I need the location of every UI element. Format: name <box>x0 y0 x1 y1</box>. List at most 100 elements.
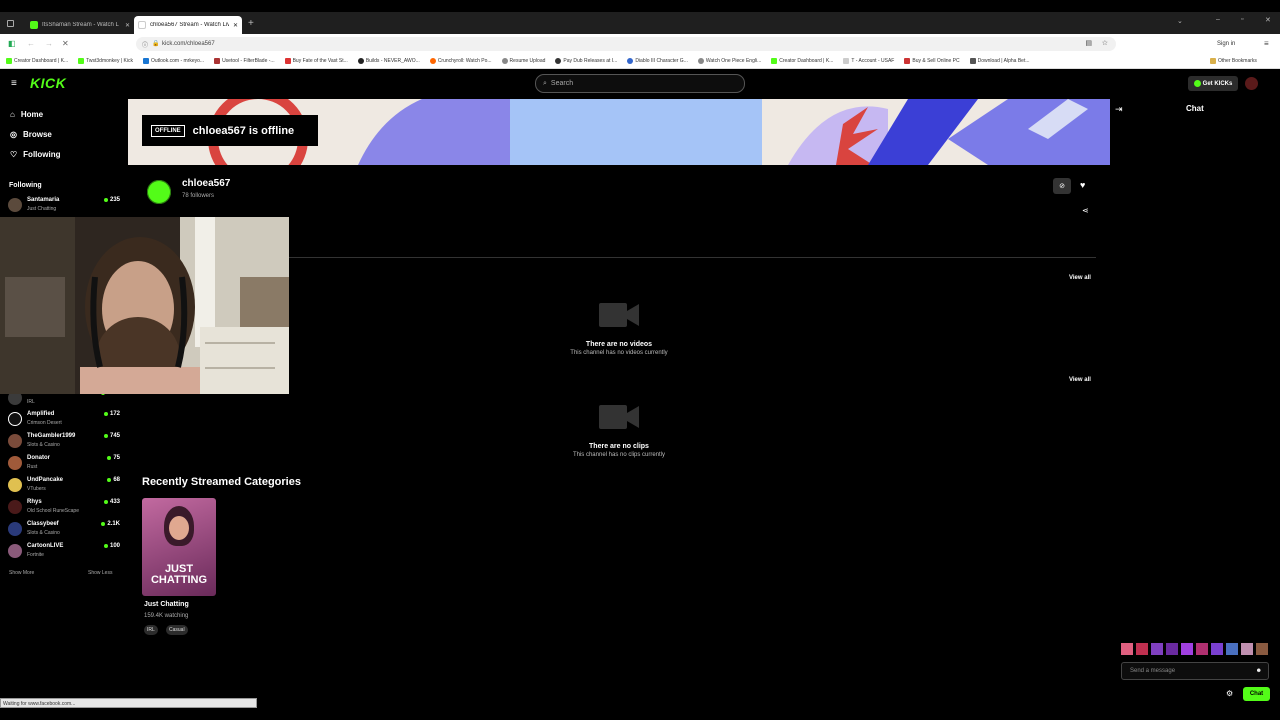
nav-browse[interactable]: ◎ Browse <box>10 130 52 139</box>
nav-home[interactable]: ⌂ Home <box>10 110 43 119</box>
live-dot-icon <box>103 434 108 438</box>
streamer-category: IRL <box>27 399 35 405</box>
bookmark-item[interactable]: Usetool - FilterBlade -... <box>214 57 275 64</box>
back-icon[interactable]: ← <box>27 39 35 48</box>
address-bar[interactable]: ⓘ 🔒 kick.com/chloea567 ▤ ☆ <box>136 37 1116 51</box>
bookmark-item[interactable]: Buy Fate of the Vast St... <box>284 57 348 64</box>
new-tab-icon[interactable]: + <box>248 18 254 29</box>
avatar <box>8 434 22 448</box>
kick-logo[interactable]: KICK <box>30 75 66 91</box>
emoji-icon[interactable]: ☻ <box>1256 663 1262 679</box>
viewer-count: 745 <box>103 433 120 439</box>
bookmark-item[interactable]: Buy & Sell Online PC <box>904 57 960 64</box>
videos-view-all[interactable]: View all <box>1069 275 1091 281</box>
minimize-icon[interactable]: – <box>1216 16 1220 23</box>
avatar <box>8 456 22 470</box>
live-dot-icon <box>107 456 112 460</box>
emote-icon <box>1121 643 1133 655</box>
bookmark-item[interactable]: Twst3dmonkey | Kick <box>78 57 133 64</box>
category-name[interactable]: Just Chatting <box>144 601 189 608</box>
bookmark-item[interactable]: T - Account - USAF <box>843 57 894 64</box>
tab-chloea567[interactable]: chloea567 Stream - Watch Live ✕ <box>134 16 242 34</box>
live-dot-icon <box>101 522 106 526</box>
list-item[interactable]: Donator Rust 75 <box>8 454 120 474</box>
maximize-icon[interactable]: ▫ <box>1241 16 1243 23</box>
bookmark-item[interactable]: Creator Dashboard | K... <box>771 57 833 64</box>
nav-following[interactable]: ♡ Following <box>10 150 61 159</box>
bookmark-item[interactable]: Outlook.com - mrkeyo... <box>142 57 204 64</box>
sidebar-toggle-icon[interactable]: ◧ <box>8 39 16 48</box>
other-bookmarks[interactable]: Other Bookmarks <box>1210 57 1257 64</box>
list-item[interactable]: TheGambler1999 Slots & Casino 745 <box>8 432 120 452</box>
share-button[interactable]: ⋖ <box>1082 206 1089 215</box>
no-clips-icon <box>599 404 639 430</box>
live-dot-icon <box>103 500 108 504</box>
reader-mode-icon[interactable]: ▤ <box>1085 39 1092 47</box>
heart-icon: ♡ <box>10 150 18 159</box>
bookmark-item[interactable]: Pay Dub Releases at I... <box>555 57 617 64</box>
emote-icon <box>1196 643 1208 655</box>
get-kicks-button[interactable]: Get KICKs <box>1188 76 1238 91</box>
tab-actions-icon[interactable] <box>0 12 20 34</box>
nav-label: Browse <box>22 130 52 139</box>
bookmark-item[interactable]: Crunchyroll: Watch Po... <box>429 57 492 64</box>
tab-itsshaman[interactable]: ItsShaman Stream - Watch L ✕ <box>26 16 134 34</box>
list-item[interactable]: Rhys Old School RuneScape 433 <box>8 498 120 518</box>
streamer-name: Donator <box>27 455 50 461</box>
bookmark-item[interactable]: Builds - NEVER_AWO... <box>357 57 420 64</box>
avatar <box>8 522 22 536</box>
sign-in-label[interactable]: Sign in <box>1217 41 1235 47</box>
forward-icon[interactable]: → <box>45 39 53 48</box>
tab-list-icon[interactable]: ⌄ <box>1177 17 1183 25</box>
channel-avatar[interactable] <box>147 180 171 204</box>
category-thumb-face <box>169 516 189 540</box>
bookmark-item[interactable]: Download | Alpha Bet... <box>969 57 1030 64</box>
streamer-category: Slots & Casino <box>27 442 60 448</box>
tag-irl[interactable]: IRL <box>144 625 158 635</box>
bookmark-item[interactable]: Creator Dashboard | K... <box>6 57 68 64</box>
site-info-icon[interactable]: ⓘ <box>142 40 148 49</box>
live-dot-icon <box>103 412 108 416</box>
list-item[interactable]: UndPancake VTubers 68 <box>8 476 120 496</box>
chat-panel <box>1110 99 1280 700</box>
viewer-count: 100 <box>103 543 120 549</box>
kick-favicon-icon <box>30 21 38 29</box>
tab-close-icon[interactable]: ✕ <box>125 22 130 29</box>
bookmark-item[interactable]: Resume Upload <box>501 57 545 64</box>
category-card[interactable]: JUST CHATTING <box>142 498 216 596</box>
channel-name[interactable]: chloea567 <box>182 178 230 189</box>
clips-view-all[interactable]: View all <box>1069 377 1091 383</box>
webcam-overlay <box>0 217 289 394</box>
menu-icon[interactable]: ≡ <box>1264 39 1269 48</box>
streamer-name: Amplified <box>27 411 55 417</box>
notification-button[interactable]: ⊘ <box>1053 178 1071 194</box>
bell-off-icon: ⊘ <box>1059 183 1065 190</box>
tag-casual[interactable]: Casual <box>166 625 188 635</box>
search-input[interactable]: ⌕ Search <box>535 74 745 93</box>
list-item[interactable]: CartoonLIVE Fortnite 100 <box>8 542 120 562</box>
chat-message-input[interactable]: Send a message ☻ <box>1121 662 1269 680</box>
follow-heart-button[interactable]: ♥ <box>1080 180 1085 190</box>
chat-send-button[interactable]: Chat <box>1243 687 1270 701</box>
user-avatar[interactable] <box>1245 77 1258 90</box>
avatar <box>8 500 22 514</box>
hamburger-menu-icon[interactable]: ≡ <box>11 78 17 89</box>
bookmark-item[interactable]: Diablo III Character G... <box>627 57 688 64</box>
offline-badge: OFFLINE <box>151 124 185 137</box>
bookmark-star-icon[interactable]: ☆ <box>1102 39 1108 47</box>
tab-close-icon[interactable]: ✕ <box>233 22 238 29</box>
streamer-name: UndPancake <box>27 477 64 483</box>
list-item[interactable]: Amplified Crimson Desert 172 <box>8 410 120 430</box>
collapse-chat-icon[interactable]: ⇥ <box>1115 104 1123 115</box>
chat-settings-icon[interactable]: ⚙ <box>1226 689 1233 698</box>
no-videos-message: There are no videos This channel has no … <box>539 341 699 356</box>
close-window-icon[interactable]: ✕ <box>1265 16 1271 24</box>
list-item[interactable]: Classybeef Slots & Casino 2.1K <box>8 520 120 540</box>
stop-loading-icon[interactable]: ✕ <box>62 39 69 48</box>
streamer-name: Rhys <box>27 499 42 505</box>
show-more-link[interactable]: Show More <box>9 570 34 576</box>
bookmark-item[interactable]: Watch One Piece Engli... <box>697 57 761 64</box>
list-item[interactable]: Santamaria Just Chatting 235 <box>8 196 120 216</box>
avatar <box>8 412 22 426</box>
show-less-link[interactable]: Show Less <box>88 570 112 576</box>
